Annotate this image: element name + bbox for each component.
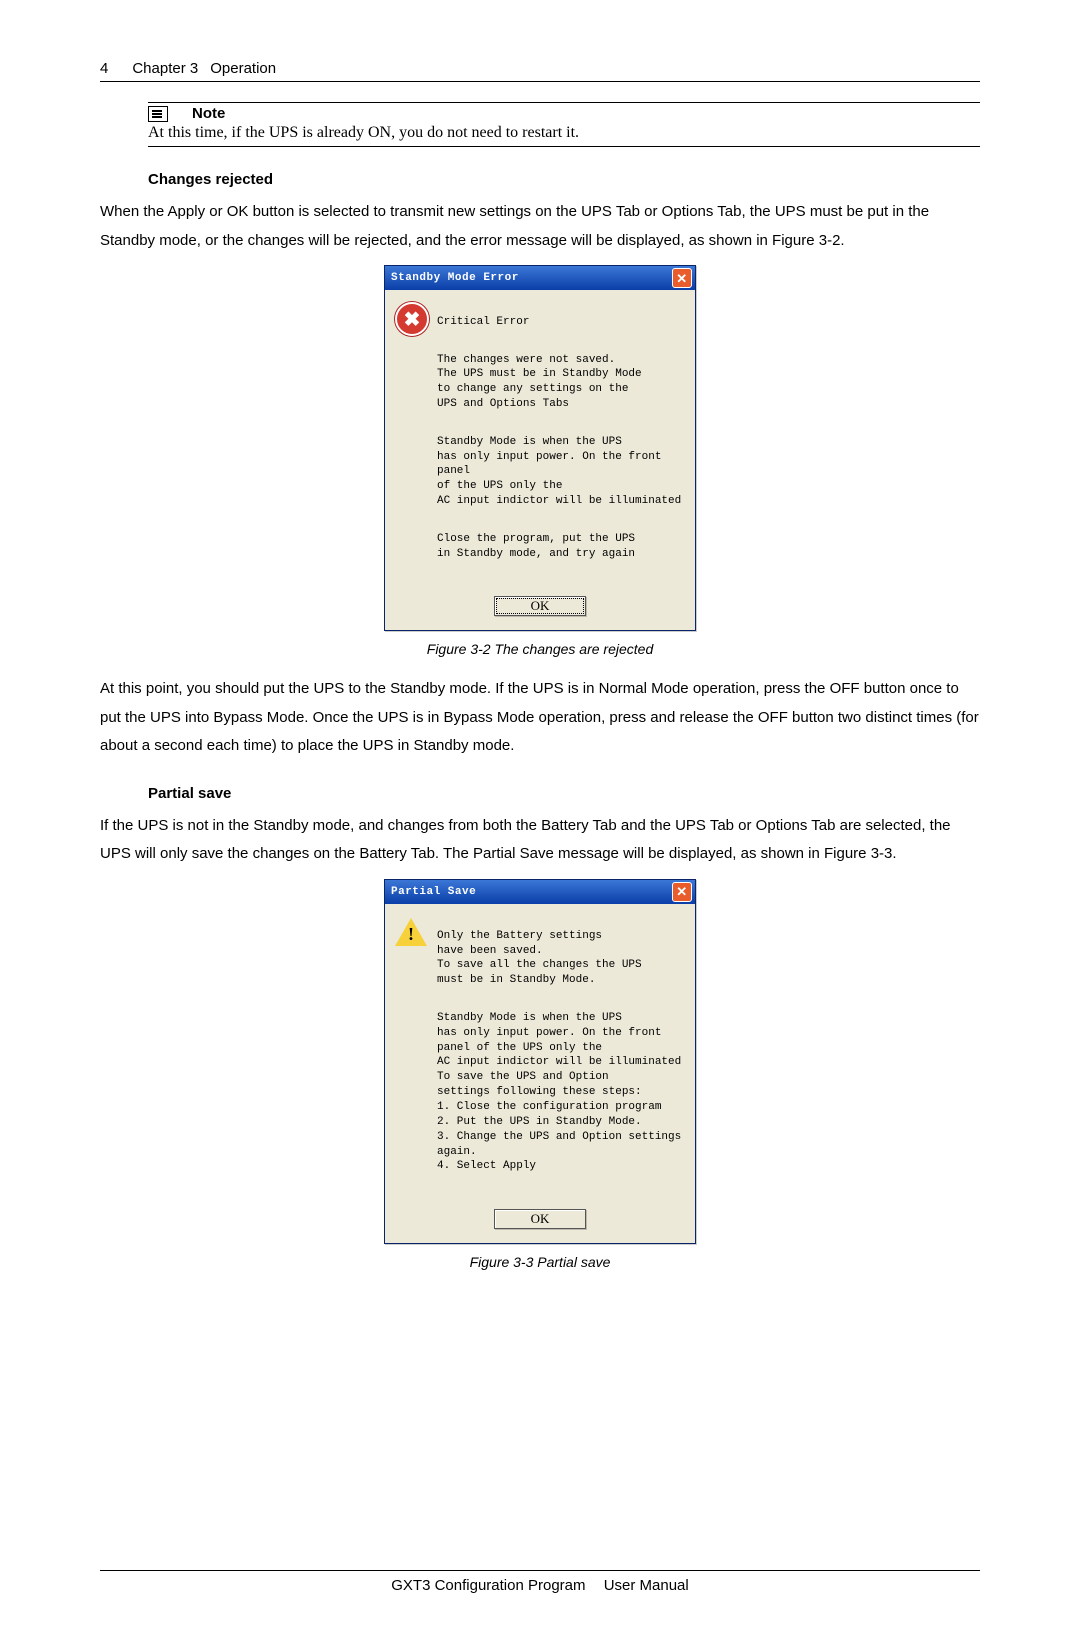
close-icon[interactable]: ✕ — [672, 268, 692, 288]
chapter-label: Chapter 3 — [132, 60, 198, 77]
para-changes-rejected: When the Apply or OK button is selected … — [100, 198, 980, 255]
dialog-titlebar: Partial Save ✕ — [385, 880, 695, 904]
page-footer: GXT3 Configuration Program User Manual — [100, 1570, 980, 1594]
section-title-partial-save: Partial save — [148, 785, 980, 802]
figure-caption-3-3: Figure 3-3 Partial save — [100, 1254, 980, 1270]
header-rule — [100, 81, 980, 82]
dialog-line: Standby Mode is when the UPS has only in… — [437, 435, 685, 509]
warning-icon — [395, 916, 427, 948]
dialog-standby-mode-error: Standby Mode Error ✕ ✖ Critical Error Th… — [384, 265, 696, 631]
footer-left: GXT3 Configuration Program — [391, 1577, 585, 1594]
dialog-line: Standby Mode is when the UPS has only in… — [437, 1011, 681, 1174]
para-partial-save: If the UPS is not in the Standby mode, a… — [100, 812, 980, 869]
page-header: 4 Chapter 3 Operation — [100, 60, 980, 77]
dialog-message: Only the Battery settings have been save… — [437, 914, 681, 1197]
dialog-partial-save: Partial Save ✕ Only the Battery settings… — [384, 879, 696, 1244]
chapter-title: Operation — [210, 60, 276, 77]
note-header: Note — [148, 105, 980, 122]
ok-button[interactable]: OK — [494, 1209, 586, 1229]
dialog-line: Close the program, put the UPS in Standb… — [437, 532, 685, 562]
dialog-message: Critical Error The changes were not save… — [437, 300, 685, 584]
page-number: 4 — [100, 60, 108, 77]
note-bottom-rule — [148, 146, 980, 147]
dialog-line: The changes were not saved. The UPS must… — [437, 353, 685, 412]
dialog-line: Only the Battery settings have been save… — [437, 929, 681, 988]
note-top-rule — [148, 102, 980, 103]
ok-button[interactable]: OK — [494, 596, 586, 616]
note-text: At this time, if the UPS is already ON, … — [148, 124, 980, 142]
dialog-line: Critical Error — [437, 315, 685, 330]
figure-caption-3-2: Figure 3-2 The changes are rejected — [100, 641, 980, 657]
close-icon[interactable]: ✕ — [672, 882, 692, 902]
book-icon — [148, 106, 168, 122]
dialog-titlebar: Standby Mode Error ✕ — [385, 266, 695, 290]
note-label: Note — [192, 105, 225, 122]
para-after-fig-3-2: At this point, you should put the UPS to… — [100, 675, 980, 761]
dialog-title: Standby Mode Error — [391, 272, 519, 284]
footer-right: User Manual — [604, 1577, 689, 1594]
dialog-title: Partial Save — [391, 886, 476, 898]
section-title-changes-rejected: Changes rejected — [148, 171, 980, 188]
error-icon: ✖ — [395, 302, 427, 334]
